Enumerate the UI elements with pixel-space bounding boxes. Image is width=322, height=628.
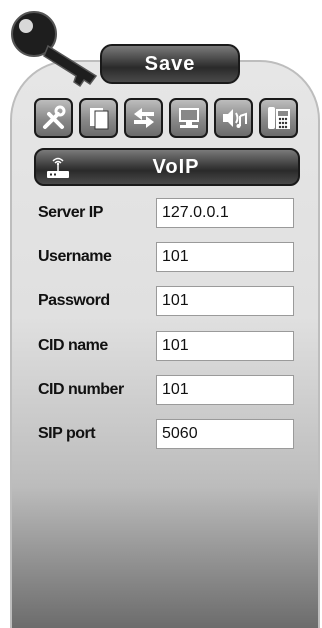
password-input[interactable] bbox=[156, 286, 294, 316]
transfer-arrows-icon bbox=[133, 108, 154, 128]
phone-button[interactable] bbox=[259, 98, 298, 138]
tools-button[interactable] bbox=[34, 98, 73, 138]
password-row: Password bbox=[38, 286, 298, 316]
server-ip-input[interactable] bbox=[156, 198, 294, 228]
section-title: VoIP bbox=[152, 155, 200, 178]
desk-phone-icon bbox=[267, 107, 290, 129]
cid-name-label: CID name bbox=[38, 337, 108, 354]
username-row: Username bbox=[38, 242, 298, 272]
username-label: Username bbox=[38, 248, 112, 265]
audio-button[interactable] bbox=[214, 98, 253, 138]
save-button[interactable]: Save bbox=[100, 44, 240, 84]
computer-button[interactable] bbox=[169, 98, 208, 138]
sip-port-row: SIP port bbox=[38, 419, 298, 449]
toolbar bbox=[34, 98, 302, 138]
documents-icon bbox=[89, 108, 108, 130]
cid-number-label: CID number bbox=[38, 381, 124, 398]
voip-section-header: VoIP bbox=[34, 148, 300, 186]
speaker-music-icon bbox=[222, 109, 247, 128]
sip-port-input[interactable] bbox=[156, 419, 294, 449]
server-ip-row: Server IP bbox=[38, 198, 298, 228]
tools-icon bbox=[42, 105, 65, 129]
cid-name-input[interactable] bbox=[156, 331, 294, 361]
sip-port-label: SIP port bbox=[38, 425, 96, 442]
documents-button[interactable] bbox=[79, 98, 118, 138]
cid-name-row: CID name bbox=[38, 331, 298, 361]
cid-number-input[interactable] bbox=[156, 375, 294, 405]
computer-icon bbox=[178, 108, 199, 128]
key-icon bbox=[11, 11, 98, 88]
cid-number-row: CID number bbox=[38, 375, 298, 405]
transfer-button[interactable] bbox=[124, 98, 163, 138]
server-ip-label: Server IP bbox=[38, 204, 103, 221]
username-input[interactable] bbox=[156, 242, 294, 272]
password-label: Password bbox=[38, 292, 110, 309]
